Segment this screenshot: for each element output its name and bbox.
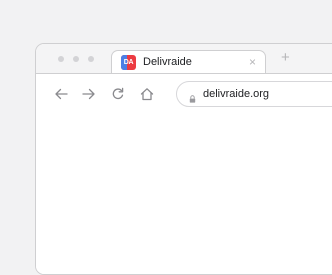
page-content — [36, 116, 332, 274]
window-control-close[interactable] — [58, 56, 64, 62]
window-control-maximize[interactable] — [88, 56, 94, 62]
browser-toolbar: delivraide.org — [36, 73, 332, 117]
favicon-text: DA — [123, 59, 134, 66]
tab-strip: DA Delivraide × + — [36, 44, 332, 74]
tab-title: Delivraide — [143, 56, 192, 68]
reload-icon[interactable] — [111, 87, 125, 106]
address-bar[interactable]: delivraide.org — [176, 81, 332, 107]
window-control-minimize[interactable] — [73, 56, 79, 62]
tab-active[interactable]: DA Delivraide × — [111, 50, 266, 74]
new-tab-icon[interactable]: + — [281, 49, 290, 67]
home-icon[interactable] — [140, 87, 154, 106]
forward-arrow-icon[interactable] — [82, 87, 96, 106]
back-arrow-icon[interactable] — [54, 87, 68, 106]
site-favicon-icon: DA — [121, 55, 136, 70]
tab-close-icon[interactable]: × — [249, 54, 256, 70]
lock-icon — [189, 90, 196, 108]
url-text: delivraide.org — [203, 88, 270, 100]
browser-window: DA Delivraide × + delivraide.org — [35, 43, 332, 275]
